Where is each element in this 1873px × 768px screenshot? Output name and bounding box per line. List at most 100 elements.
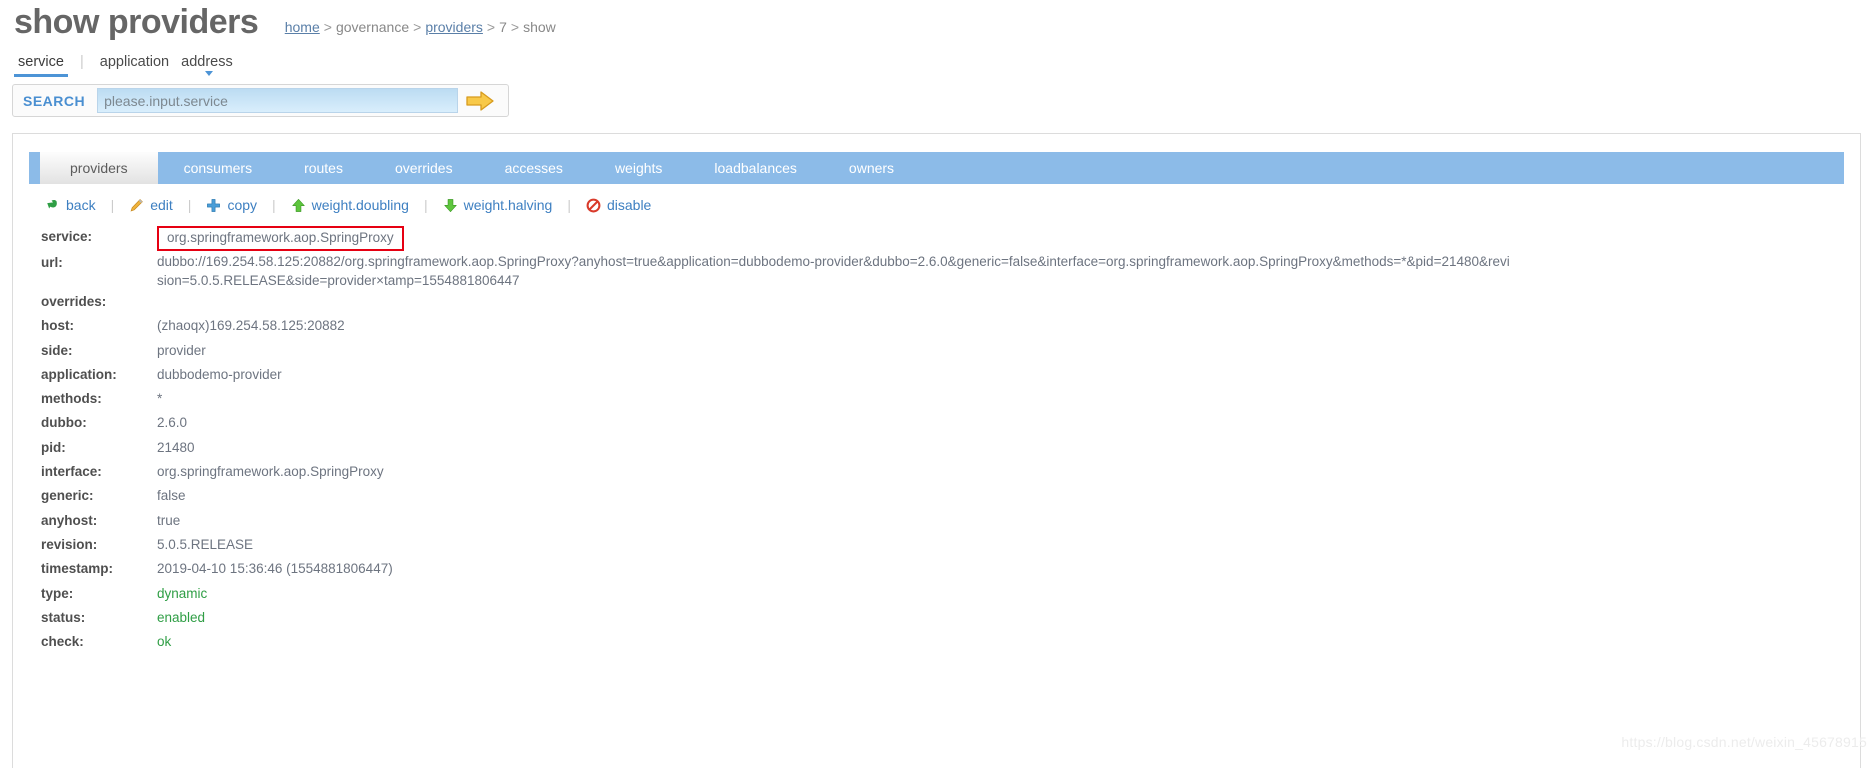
detail-row-check: check: ok bbox=[29, 630, 1844, 654]
disable-button[interactable]: disable bbox=[586, 197, 651, 213]
toolbar-separator: | bbox=[110, 197, 115, 213]
tab-routes[interactable]: routes bbox=[278, 152, 369, 184]
copy-label: copy bbox=[227, 197, 258, 213]
detail-key: revision: bbox=[41, 536, 98, 552]
detail-row-overrides: overrides: bbox=[29, 290, 1844, 314]
disable-label: disable bbox=[606, 197, 652, 213]
detail-row-pid: pid: 21480 bbox=[29, 436, 1844, 460]
breadcrumb-governance: governance bbox=[335, 19, 410, 35]
detail-value: provider bbox=[157, 342, 206, 358]
detail-key: dubbo: bbox=[41, 415, 87, 431]
breadcrumb-action: show bbox=[523, 19, 556, 35]
detail-value: 2019-04-10 15:36:46 (1554881806447) bbox=[157, 561, 393, 577]
detail-value: false bbox=[157, 488, 186, 504]
detail-row-side: side: provider bbox=[29, 339, 1844, 363]
back-arrow-icon bbox=[47, 199, 57, 208]
weight-doubling-button[interactable]: weight.doubling bbox=[291, 197, 409, 213]
page-title: show providers bbox=[14, 3, 259, 41]
sub-navigation: service | application address bbox=[0, 46, 1873, 80]
detail-key: timestamp: bbox=[41, 561, 114, 577]
arrow-down-icon bbox=[443, 198, 457, 212]
breadcrumb-home[interactable]: home bbox=[285, 19, 320, 35]
tab-loadbalances[interactable]: loadbalances bbox=[688, 152, 823, 184]
toolbar-separator: | bbox=[187, 197, 192, 213]
tab-owners[interactable]: owners bbox=[823, 152, 920, 184]
detail-value: org.springframework.aop.SpringProxy bbox=[157, 464, 384, 480]
copy-button[interactable]: copy bbox=[206, 197, 257, 213]
action-toolbar: back | edit | copy | weight.doubling | w… bbox=[29, 184, 1844, 223]
app-page: show providers home > governance > providers… bbox=[0, 0, 1873, 768]
detail-value: 2.6.0 bbox=[157, 415, 188, 431]
detail-key: pid: bbox=[41, 439, 66, 455]
service-name-highlight: org.springframework.aop.SpringProxy bbox=[157, 226, 404, 251]
subnav-divider: | bbox=[79, 54, 84, 70]
tab-consumers[interactable]: consumers bbox=[158, 152, 278, 184]
detail-key: status: bbox=[41, 609, 86, 625]
detail-value: dubbo://169.254.58.125:20882/org.springf… bbox=[157, 254, 1510, 288]
detail-key: application: bbox=[41, 366, 117, 382]
search-label: SEARCH bbox=[23, 92, 86, 109]
search-input[interactable] bbox=[97, 88, 458, 113]
back-button[interactable]: back bbox=[45, 197, 96, 213]
detail-row-status: status: enabled bbox=[29, 606, 1844, 630]
edit-label: edit bbox=[150, 197, 173, 213]
detail-key: type: bbox=[41, 585, 74, 601]
arrow-right-icon bbox=[466, 90, 494, 111]
back-label: back bbox=[66, 197, 96, 213]
plus-cross-icon bbox=[207, 198, 221, 212]
subnav-item-application[interactable]: application bbox=[96, 54, 173, 74]
detail-key: anyhost: bbox=[41, 512, 98, 528]
provider-detail-list: service: org.springframework.aop.SpringP… bbox=[29, 223, 1844, 654]
detail-value: (zhaoqx)169.254.58.125:20882 bbox=[157, 318, 345, 334]
detail-value: 5.0.5.RELEASE bbox=[157, 536, 254, 552]
detail-value: ok bbox=[157, 634, 172, 650]
breadcrumb: home > governance > providers >7 > show bbox=[285, 19, 556, 35]
subnav-item-service[interactable]: service bbox=[14, 54, 68, 77]
detail-row-url: url: dubbo://169.254.58.125:20882/org.sp… bbox=[29, 251, 1844, 290]
search-bar: SEARCH bbox=[12, 84, 509, 117]
detail-key: interface: bbox=[41, 464, 102, 480]
detail-value: dubbodemo-provider bbox=[157, 366, 282, 382]
detail-key: side: bbox=[41, 342, 73, 358]
tab-accesses[interactable]: accesses bbox=[479, 152, 589, 184]
toolbar-separator: | bbox=[272, 197, 276, 213]
detail-key: check: bbox=[41, 634, 84, 650]
detail-value: true bbox=[157, 512, 181, 528]
detail-row-methods: methods: * bbox=[29, 387, 1844, 411]
breadcrumb-providers[interactable]: providers bbox=[425, 19, 483, 35]
detail-key: url: bbox=[41, 255, 63, 270]
tab-overrides[interactable]: overrides bbox=[369, 152, 479, 184]
tab-weights[interactable]: weights bbox=[589, 152, 688, 184]
arrow-up-icon bbox=[292, 198, 305, 212]
content-panel: providers consumers routes overrides acc… bbox=[12, 133, 1861, 768]
weight-halving-label: weight.halving bbox=[463, 197, 553, 213]
detail-value: org.springframework.aop.SpringProxy bbox=[157, 225, 1844, 251]
weight-halving-button[interactable]: weight.halving bbox=[443, 197, 553, 213]
edit-button[interactable]: edit bbox=[129, 197, 173, 213]
tab-providers[interactable]: providers bbox=[40, 152, 158, 184]
detail-key: generic: bbox=[41, 488, 94, 504]
detail-row-timestamp: timestamp: 2019-04-10 15:36:46 (15548818… bbox=[29, 557, 1844, 581]
breadcrumb-sep: > bbox=[510, 19, 520, 35]
detail-key: host: bbox=[41, 318, 74, 334]
detail-row-application: application: dubbodemo-provider bbox=[29, 363, 1844, 387]
detail-row-interface: interface: org.springframework.aop.Sprin… bbox=[29, 460, 1844, 484]
detail-row-anyhost: anyhost: true bbox=[29, 509, 1844, 533]
breadcrumb-id: 7 bbox=[499, 19, 507, 35]
weight-doubling-label: weight.doubling bbox=[311, 197, 409, 213]
detail-key: methods: bbox=[41, 391, 102, 407]
breadcrumb-sep: > bbox=[413, 19, 422, 35]
detail-row-service: service: org.springframework.aop.SpringP… bbox=[29, 225, 1844, 251]
page-header: show providers home > governance > providers… bbox=[0, 0, 1873, 46]
tab-bar: providers consumers routes overrides acc… bbox=[29, 152, 1844, 184]
detail-value: * bbox=[157, 391, 163, 407]
detail-row-type: type: dynamic bbox=[29, 582, 1844, 606]
toolbar-separator: | bbox=[567, 197, 571, 213]
detail-row-generic: generic: false bbox=[29, 484, 1844, 508]
detail-row-dubbo: dubbo: 2.6.0 bbox=[29, 411, 1844, 435]
pencil-icon bbox=[130, 198, 144, 212]
detail-value: 21480 bbox=[157, 439, 195, 455]
no-entry-icon bbox=[586, 198, 601, 212]
detail-row-revision: revision: 5.0.5.RELEASE bbox=[29, 533, 1844, 557]
search-submit-button[interactable] bbox=[458, 87, 502, 115]
